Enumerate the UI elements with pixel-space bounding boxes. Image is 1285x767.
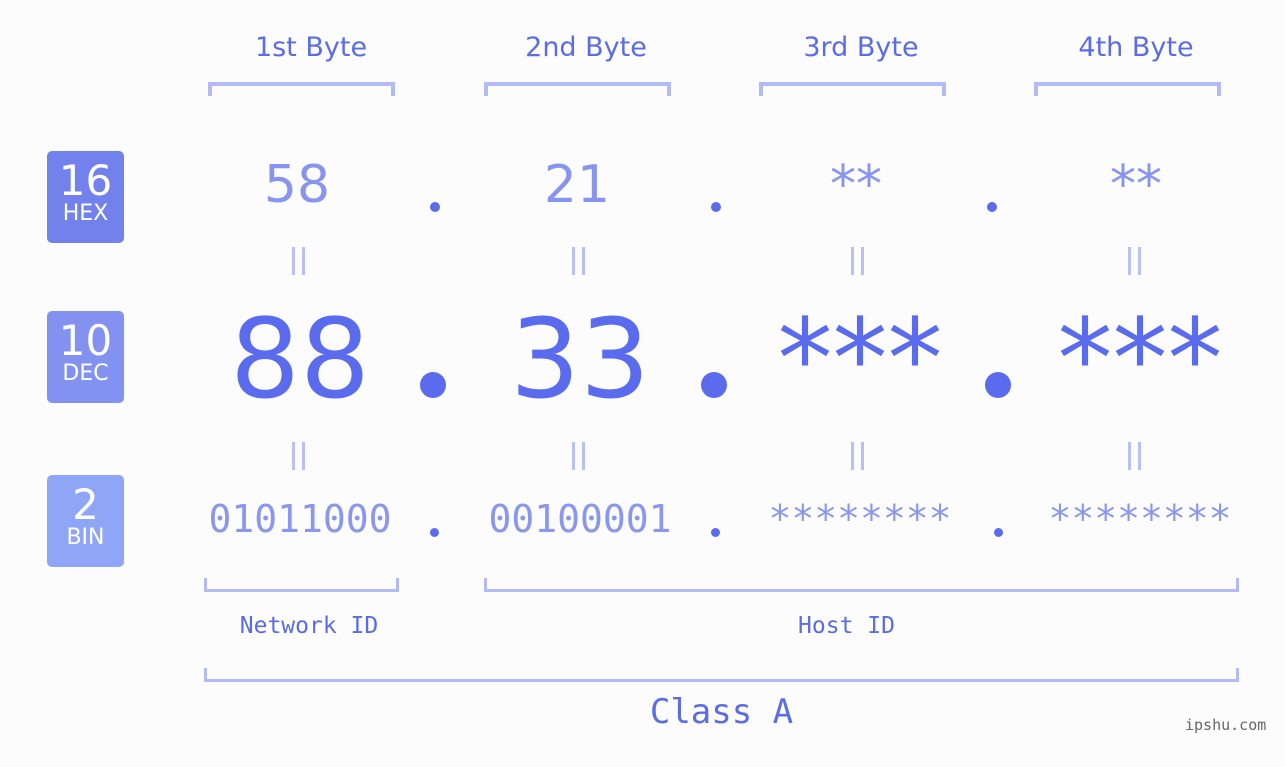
network-id-bracket xyxy=(204,578,399,592)
hex-badge-label: HEX xyxy=(62,201,109,226)
bin-byte-4: ******** xyxy=(1048,497,1232,541)
hex-byte-3: ** xyxy=(830,155,882,215)
byte-header-4: 4th Byte xyxy=(1078,32,1194,63)
hex-badge-number: 16 xyxy=(58,156,113,205)
equals-marker xyxy=(851,442,865,470)
hex-badge: 16 HEX xyxy=(47,151,124,243)
byte-bracket-2 xyxy=(484,82,671,96)
dec-separator-dot xyxy=(420,372,446,398)
watermark: ipshu.com xyxy=(1185,716,1267,734)
dec-badge-label: DEC xyxy=(62,361,109,386)
bin-separator-dot xyxy=(711,528,720,537)
equals-marker xyxy=(1128,247,1142,275)
hex-byte-4: ** xyxy=(1110,155,1162,215)
dec-separator-dot xyxy=(701,372,727,398)
bin-byte-3: ******** xyxy=(768,497,952,541)
equals-marker xyxy=(572,442,586,470)
network-id-label: Network ID xyxy=(239,613,379,639)
byte-header-2: 2nd Byte xyxy=(525,32,647,63)
bin-separator-dot xyxy=(994,528,1003,537)
equals-marker xyxy=(572,247,586,275)
equals-marker xyxy=(1128,442,1142,470)
byte-bracket-3 xyxy=(759,82,946,96)
bin-badge-label: BIN xyxy=(66,525,105,550)
equals-marker xyxy=(851,247,865,275)
dec-byte-4: *** xyxy=(1057,295,1223,423)
hex-separator-dot xyxy=(711,202,721,212)
dec-byte-3: *** xyxy=(777,295,943,423)
byte-header-3: 3rd Byte xyxy=(803,32,919,63)
host-id-label: Host ID xyxy=(798,613,895,639)
hex-byte-2: 21 xyxy=(543,155,611,215)
equals-marker xyxy=(292,442,306,470)
bin-byte-2: 00100001 xyxy=(488,497,672,541)
hex-byte-1: 58 xyxy=(263,155,331,215)
equals-marker xyxy=(292,247,306,275)
host-id-bracket xyxy=(484,578,1239,592)
dec-byte-1: 88 xyxy=(230,295,370,423)
dec-byte-2: 33 xyxy=(510,295,650,423)
bin-separator-dot xyxy=(430,528,439,537)
bin-badge: 2 BIN xyxy=(47,475,124,567)
class-label: Class A xyxy=(649,692,794,732)
hex-separator-dot xyxy=(987,202,997,212)
dec-badge-number: 10 xyxy=(58,316,113,365)
dec-separator-dot xyxy=(985,372,1011,398)
bin-byte-1: 01011000 xyxy=(208,497,392,541)
dec-badge: 10 DEC xyxy=(47,311,124,403)
hex-separator-dot xyxy=(430,202,440,212)
bin-badge-number: 2 xyxy=(72,480,99,529)
class-bracket xyxy=(204,668,1239,682)
byte-bracket-4 xyxy=(1034,82,1221,96)
byte-bracket-1 xyxy=(208,82,395,96)
byte-header-1: 1st Byte xyxy=(254,32,368,63)
